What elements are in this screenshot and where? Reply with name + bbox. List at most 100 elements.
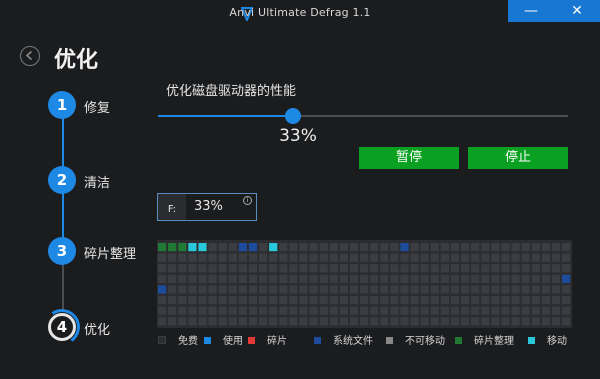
disk-cell [349,296,359,305]
disk-cell [188,274,197,283]
disk-cell [259,285,268,294]
disk-cell [471,296,480,305]
disk-cell [198,306,207,315]
pause-button[interactable]: 暂停 [359,147,459,169]
disk-cell [349,285,359,294]
close-button[interactable]: ✕ [554,0,600,22]
disk-cell [562,296,571,305]
disk-cell [440,253,449,262]
disk-cell [471,285,480,294]
disk-cell [238,306,247,315]
disk-cell [501,285,510,294]
disk-cell [198,317,207,326]
disk-cell [208,296,217,305]
disk-cell [521,243,530,252]
disk-cell [188,285,197,294]
disk-cell [299,264,308,273]
disk-cell [188,296,197,305]
disk-cell [551,296,561,305]
disk-cell [299,306,308,315]
disk-cell [228,306,237,315]
disk-map [157,240,572,328]
disk-cell [511,274,520,283]
drive-card[interactable]: F: 33% i [157,193,257,221]
disk-cell [168,264,177,273]
disk-cell [329,274,338,283]
disk-cell [531,317,540,326]
disk-cell [551,317,561,326]
disk-cell [390,253,399,262]
disk-cell [248,317,258,326]
disk-cell [319,253,328,262]
disk-cell [551,264,561,273]
disk-cell [420,317,429,326]
disk-cell [562,306,571,315]
disk-cell [168,285,177,294]
disk-cell [198,253,207,262]
minimize-button[interactable]: — [508,0,554,22]
back-arrow-icon [25,50,33,61]
disk-cell [491,306,500,315]
disk-cell [349,274,359,283]
disk-cell [420,253,429,262]
disk-cell [420,243,429,252]
disk-cell [279,285,288,294]
disk-cell [380,317,389,326]
disk-cell [481,253,490,262]
disk-cell [329,296,338,305]
disk-cell [208,274,217,283]
progress-thumb[interactable] [285,108,302,124]
disk-cell [299,317,308,326]
disk-cell [329,264,338,273]
disk-cell [198,296,207,305]
disk-cell [400,296,409,305]
disk-cell [228,264,237,273]
legend-swatch [158,336,166,344]
disk-cell [410,317,419,326]
disk-cell [380,264,389,273]
stop-button[interactable]: 停止 [468,147,568,169]
disk-cell [450,243,460,252]
disk-cell [279,306,288,315]
disk-cell [299,243,308,252]
disk-cell [259,296,268,305]
disk-cell [279,296,288,305]
disk-cell [430,296,439,305]
disk-cell [420,306,429,315]
info-icon[interactable]: i [243,196,252,205]
legend-label: 不可移动 [405,336,445,347]
disk-cell [289,317,298,326]
disk-cell [461,264,470,273]
step-connector [62,264,64,312]
progress-slider[interactable] [158,108,568,124]
disk-cell [339,317,348,326]
disk-cell [309,285,318,294]
disk-cell [410,253,419,262]
disk-cell [228,274,237,283]
disk-cell [238,317,247,326]
disk-cell [491,274,500,283]
disk-cell [541,253,550,262]
back-button[interactable] [20,46,40,66]
disk-cell [339,253,348,262]
disk-cell [370,243,379,252]
disk-cell [168,296,177,305]
disk-cell [299,296,308,305]
disk-cell [228,317,237,326]
disk-cell [481,296,490,305]
step-4-label: 优化 [84,323,111,338]
disk-cell [450,285,460,294]
disk-cell [248,285,258,294]
disk-cell [481,317,490,326]
disk-cell [339,264,348,273]
disk-cell [218,243,227,252]
disk-cell [511,264,520,273]
disk-cell [198,243,207,252]
disk-cell [188,264,197,273]
disk-cell [390,274,399,283]
disk-cell [279,317,288,326]
disk-cell [299,285,308,294]
disk-cell [511,296,520,305]
legend-label: 使用 [223,336,243,347]
disk-cell [319,264,328,273]
